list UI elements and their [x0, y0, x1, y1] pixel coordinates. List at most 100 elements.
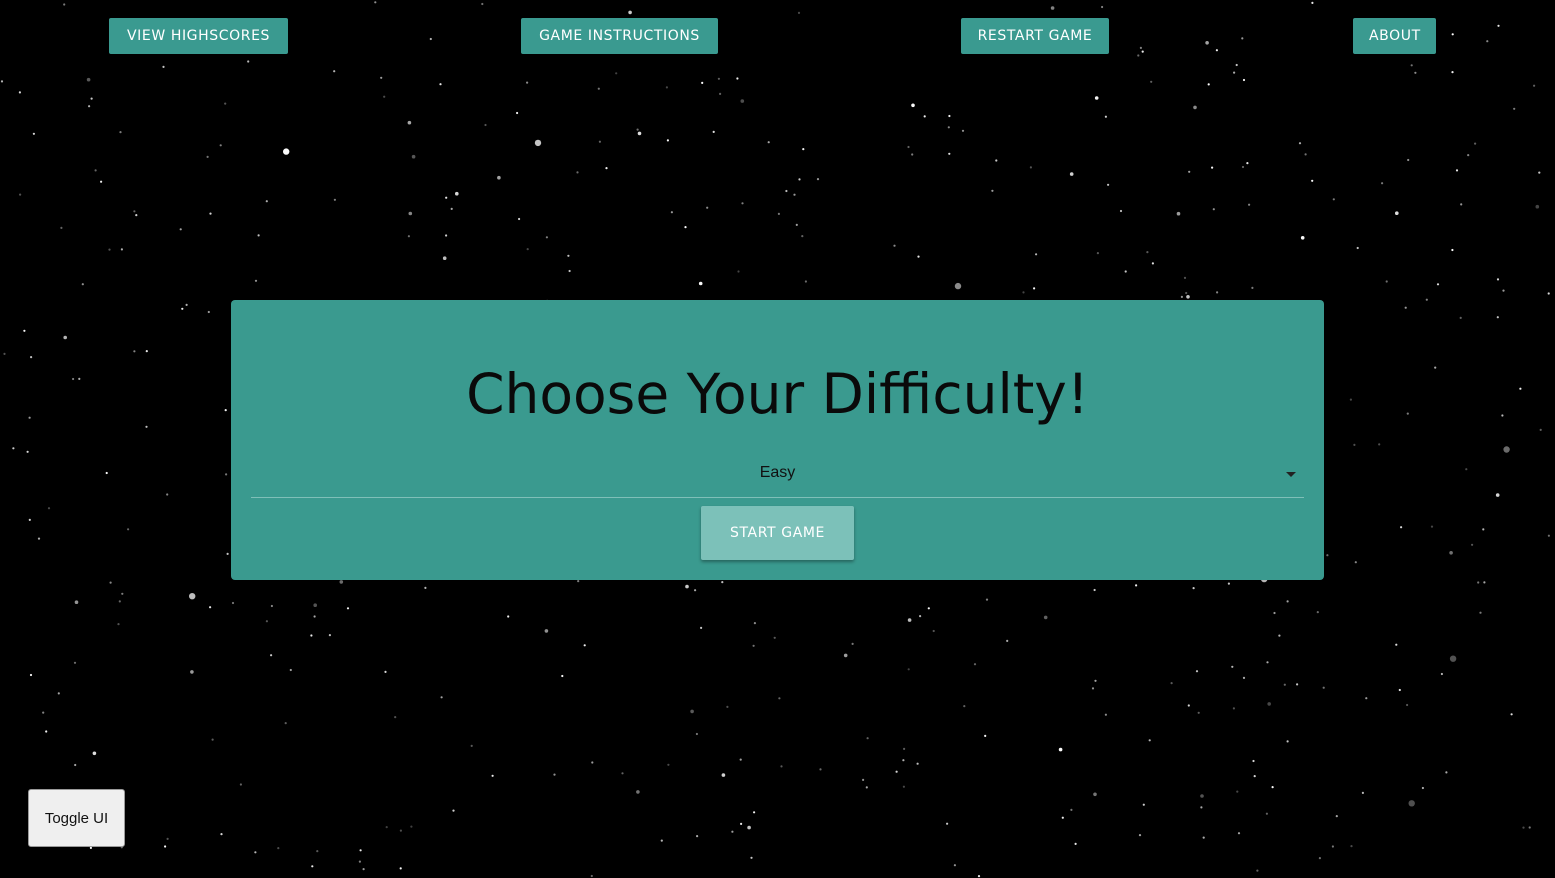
star: [18, 91, 21, 94]
star: [773, 636, 776, 639]
star: [1316, 611, 1319, 614]
star: [747, 825, 751, 830]
star: [1135, 584, 1138, 587]
star: [47, 507, 51, 510]
star: [1354, 561, 1357, 564]
star: [1271, 786, 1274, 789]
star: [1248, 203, 1251, 206]
game-instructions-button[interactable]: GAME INSTRUCTIONS: [521, 18, 718, 54]
star: [60, 226, 63, 229]
star: [1407, 158, 1410, 162]
star: [1381, 182, 1384, 185]
star: [1237, 832, 1241, 835]
star: [29, 673, 33, 677]
star: [752, 644, 755, 647]
star: [963, 705, 966, 708]
star: [481, 2, 484, 6]
star: [1361, 791, 1364, 795]
star: [862, 778, 865, 782]
star: [209, 212, 212, 215]
star: [411, 154, 416, 159]
star: [1138, 834, 1142, 837]
star: [1170, 682, 1173, 685]
star: [927, 607, 930, 610]
star: [265, 200, 268, 203]
view-highscores-button[interactable]: VIEW HIGHSCORES: [109, 18, 288, 54]
star: [961, 129, 965, 132]
star: [1449, 551, 1453, 555]
star: [1331, 845, 1334, 848]
star: [1326, 554, 1329, 557]
star: [1124, 270, 1127, 273]
star: [777, 212, 781, 215]
restart-game-button[interactable]: RESTART GAME: [961, 18, 1109, 54]
star: [450, 207, 453, 210]
star: [277, 847, 280, 850]
star: [628, 10, 632, 15]
star: [1318, 857, 1321, 860]
star: [1251, 286, 1254, 289]
star: [407, 120, 412, 125]
star: [923, 115, 926, 118]
star: [74, 600, 79, 604]
star: [895, 770, 898, 773]
star: [516, 111, 519, 115]
star: [753, 811, 756, 814]
toggle-ui-button[interactable]: Toggle UI: [28, 789, 125, 847]
star: [947, 126, 950, 129]
star: [1253, 775, 1256, 778]
star: [57, 692, 60, 695]
star: [1212, 208, 1215, 211]
star: [706, 206, 709, 209]
star: [1467, 154, 1470, 157]
star: [1406, 412, 1409, 415]
star: [346, 607, 350, 610]
star: [359, 849, 362, 852]
star: [239, 783, 242, 786]
star: [1528, 826, 1531, 829]
star: [591, 761, 594, 764]
star: [445, 234, 448, 237]
star: [1385, 280, 1388, 283]
star: [1421, 786, 1424, 790]
star: [637, 131, 642, 136]
star: [189, 593, 196, 600]
star: [166, 837, 169, 841]
star: [917, 255, 920, 258]
star: [224, 409, 227, 412]
start-game-button[interactable]: START GAME: [701, 506, 854, 560]
star: [1510, 713, 1513, 716]
star: [907, 668, 910, 671]
star: [440, 696, 443, 699]
star: [145, 425, 148, 428]
star: [590, 874, 593, 878]
star: [597, 87, 600, 90]
star: [701, 81, 704, 84]
star: [1205, 41, 1209, 45]
star: [1311, 1, 1314, 4]
star: [695, 732, 699, 736]
star: [1216, 291, 1219, 294]
star: [452, 809, 455, 812]
about-button[interactable]: ABOUT: [1353, 18, 1436, 54]
star: [1033, 287, 1036, 290]
star: [1414, 71, 1417, 74]
star: [1451, 33, 1454, 36]
star: [1519, 387, 1522, 390]
star: [1142, 803, 1145, 806]
star: [63, 3, 66, 6]
star: [666, 139, 670, 142]
star: [1137, 54, 1140, 57]
star: [284, 722, 287, 725]
star: [948, 114, 951, 118]
star: [534, 139, 542, 147]
star: [1477, 581, 1480, 584]
difficulty-select[interactable]: Easy: [251, 455, 1304, 498]
star: [1434, 366, 1437, 369]
star: [1496, 278, 1500, 281]
star: [1006, 639, 1009, 643]
star: [1151, 262, 1154, 265]
star: [1460, 203, 1463, 206]
star: [1207, 83, 1210, 86]
star: [665, 86, 669, 89]
